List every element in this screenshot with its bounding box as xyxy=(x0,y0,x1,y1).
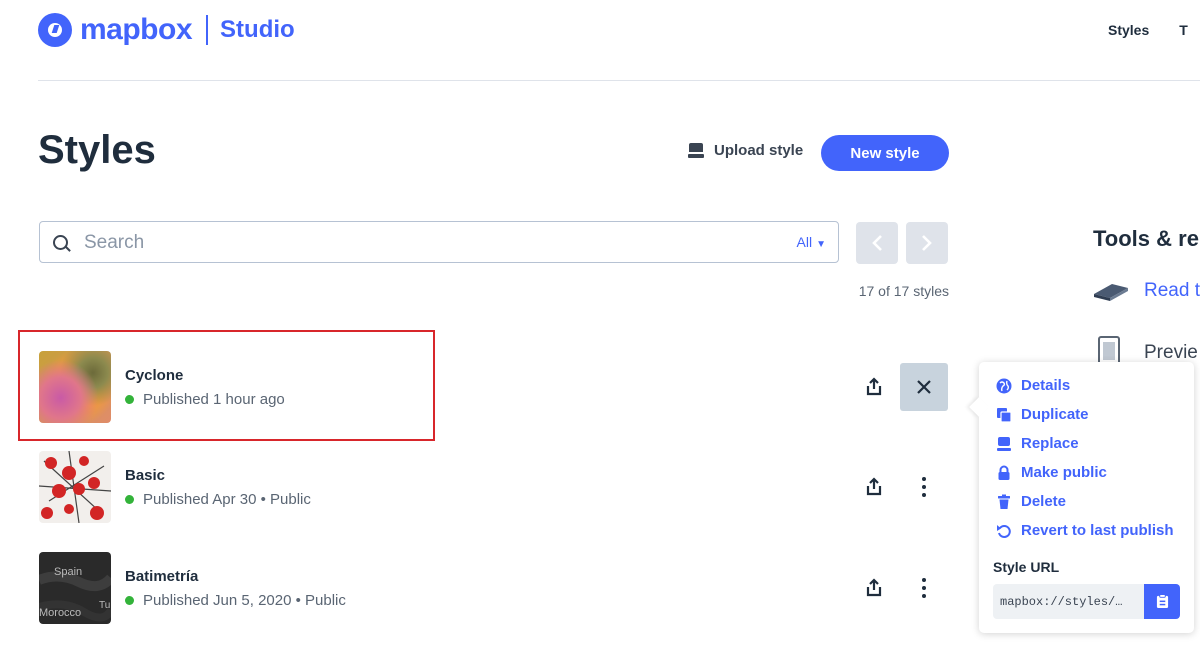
upload-style-button[interactable]: Upload style xyxy=(688,142,803,159)
style-name[interactable]: Batimetría xyxy=(125,568,198,585)
search-input[interactable] xyxy=(82,230,766,256)
menu-item-revert[interactable]: Revert to last publish xyxy=(996,522,1174,539)
menu-item-label: Replace xyxy=(1021,435,1079,452)
published-dot-icon xyxy=(125,596,134,605)
map-label-spain: Spain xyxy=(54,566,82,578)
duplicate-icon xyxy=(997,407,1012,423)
style-url-field[interactable] xyxy=(993,584,1144,619)
mapbox-logo[interactable]: mapbox Studio xyxy=(38,12,295,48)
menu-item-label: Revert to last publish xyxy=(1021,522,1174,539)
menu-item-replace[interactable]: Replace xyxy=(996,435,1079,452)
read-docs-link[interactable]: Read t xyxy=(1092,280,1200,302)
filter-label: All xyxy=(796,234,813,250)
menu-item-label: Delete xyxy=(1021,493,1067,510)
logo-divider xyxy=(206,15,209,45)
nav-item-truncated[interactable]: T xyxy=(1179,22,1188,38)
basic-map-preview xyxy=(39,451,111,523)
share-button[interactable] xyxy=(864,377,884,397)
chevron-left-icon xyxy=(872,235,882,251)
style-options-menu: Details Duplicate Replace Make public De… xyxy=(979,362,1194,633)
upload-icon xyxy=(688,143,704,158)
mapbox-logo-icon xyxy=(38,13,72,47)
share-icon xyxy=(866,377,882,396)
page-title: Styles xyxy=(38,128,156,172)
style-row-basic[interactable]: Basic Published Apr 30 • Public xyxy=(38,451,950,525)
product-name: Studio xyxy=(220,16,295,43)
kebab-menu-icon xyxy=(922,477,926,497)
book-icon xyxy=(1094,284,1128,301)
caret-down-icon: ▼ xyxy=(816,239,826,250)
nav-styles[interactable]: Styles xyxy=(1108,22,1149,38)
style-url-label: Style URL xyxy=(993,559,1060,575)
highlight-box xyxy=(18,330,435,441)
map-label-tu: Tu xyxy=(99,600,110,611)
style-status-text: Published Jun 5, 2020 • Public xyxy=(143,592,346,609)
clipboard-icon xyxy=(1156,594,1168,608)
menu-item-make-public[interactable]: Make public xyxy=(996,464,1107,481)
share-icon xyxy=(866,477,882,496)
more-options-button[interactable] xyxy=(900,463,948,511)
read-docs-label: Read t xyxy=(1144,280,1200,301)
menu-item-label: Make public xyxy=(1021,464,1107,481)
menu-item-details[interactable]: Details xyxy=(996,377,1070,394)
chevron-right-icon xyxy=(922,235,932,251)
new-style-button[interactable]: New style xyxy=(821,135,949,171)
map-label-morocco: Morocco xyxy=(39,607,81,619)
search-box: All▼ xyxy=(39,221,839,263)
menu-item-duplicate[interactable]: Duplicate xyxy=(996,406,1089,423)
share-button[interactable] xyxy=(864,477,884,497)
style-name[interactable]: Basic xyxy=(125,467,165,484)
menu-item-delete[interactable]: Delete xyxy=(996,493,1066,510)
close-icon xyxy=(917,380,931,394)
style-row-batimetria[interactable]: Spain Morocco Tu Batimetría Published Ju… xyxy=(38,552,950,626)
close-menu-button[interactable] xyxy=(900,363,948,411)
lock-icon xyxy=(998,465,1010,480)
menu-item-label: Details xyxy=(1021,377,1071,394)
batimetria-map-preview: Spain Morocco Tu xyxy=(39,566,111,622)
brand-name: mapbox xyxy=(80,13,193,46)
style-count: 17 of 17 styles xyxy=(858,283,949,299)
kebab-menu-icon xyxy=(922,578,926,598)
replace-icon xyxy=(997,436,1011,451)
globe-icon xyxy=(996,378,1012,393)
published-dot-icon xyxy=(125,495,134,504)
tools-resources-title: Tools & re xyxy=(1093,226,1199,251)
more-options-button[interactable] xyxy=(900,564,948,612)
preview-label: Previe xyxy=(1144,342,1198,363)
filter-dropdown[interactable]: All ▼ xyxy=(797,234,826,250)
header-divider xyxy=(38,80,1200,81)
search-icon xyxy=(53,235,68,250)
trash-icon xyxy=(998,494,1010,509)
menu-item-label: Duplicate xyxy=(1021,406,1089,423)
previous-page-button[interactable] xyxy=(856,222,898,264)
style-status-text: Published Apr 30 • Public xyxy=(143,491,311,508)
copy-url-button[interactable] xyxy=(1144,584,1180,619)
next-page-button[interactable] xyxy=(906,222,948,264)
style-status: Published Apr 30 • Public xyxy=(125,491,311,508)
share-button[interactable] xyxy=(864,578,884,598)
style-status: Published Jun 5, 2020 • Public xyxy=(125,592,346,609)
share-icon xyxy=(866,578,882,597)
style-thumbnail-basic[interactable] xyxy=(39,451,111,523)
undo-icon xyxy=(997,524,1011,538)
top-nav: Styles T xyxy=(1108,22,1200,38)
style-thumbnail-batimetria[interactable]: Spain Morocco Tu xyxy=(39,552,111,624)
upload-style-label: Upload style xyxy=(714,142,804,159)
